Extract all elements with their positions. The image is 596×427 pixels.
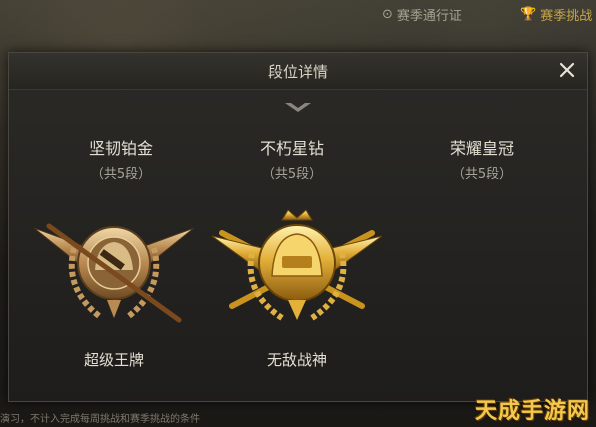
rank-tiers: （共5段） — [261, 167, 323, 182]
tab-season-pass[interactable]: ⊙ 赛季通行证 — [382, 4, 462, 24]
badge-label-conqueror: 无敌战神 — [266, 351, 327, 369]
footer-note: 演习，不计入完成每周挑战和赛季挑战的条件 — [0, 414, 200, 425]
badge-label-ace: 超级王牌 — [83, 351, 144, 369]
tab-season-challenge[interactable]: 🏆 赛季挑战 — [520, 4, 592, 24]
dialog-title: 段位详情 — [267, 63, 328, 81]
rank-diamond[interactable]: 不朽星钻 （共5段） — [212, 135, 372, 182]
rank-name: 坚韧铂金 — [88, 139, 153, 158]
close-button[interactable] — [555, 58, 579, 82]
site-watermark: 天成手游网 — [474, 399, 590, 424]
rank-crown[interactable]: 荣耀皇冠 （共5段） — [402, 135, 562, 182]
close-icon — [559, 62, 575, 78]
rank-details-dialog: 段位详情 坚韧铂金 （共5段） 不朽星钻 （共5段） 荣耀皇冠 （共5段） 超级… — [8, 52, 588, 402]
rank-name: 荣耀皇冠 — [449, 139, 514, 158]
tab-season-pass-label: 赛季通行证 — [396, 8, 462, 24]
rank-platinum[interactable]: 坚韧铂金 （共5段） — [41, 135, 201, 182]
season-pass-icon: ⊙ — [382, 6, 393, 22]
trophy-icon: 🏆 — [520, 6, 537, 22]
rank-tiers: （共5段） — [90, 167, 152, 182]
rank-name: 不朽星钻 — [259, 139, 324, 158]
ace-badge-icon[interactable] — [29, 208, 199, 328]
conqueror-badge-icon[interactable] — [212, 208, 382, 328]
tab-season-challenge-label: 赛季挑战 — [540, 8, 593, 24]
dialog-header: 段位详情 — [9, 53, 587, 90]
chevron-down-icon — [285, 103, 311, 112]
rank-tiers: （共5段） — [451, 167, 513, 182]
